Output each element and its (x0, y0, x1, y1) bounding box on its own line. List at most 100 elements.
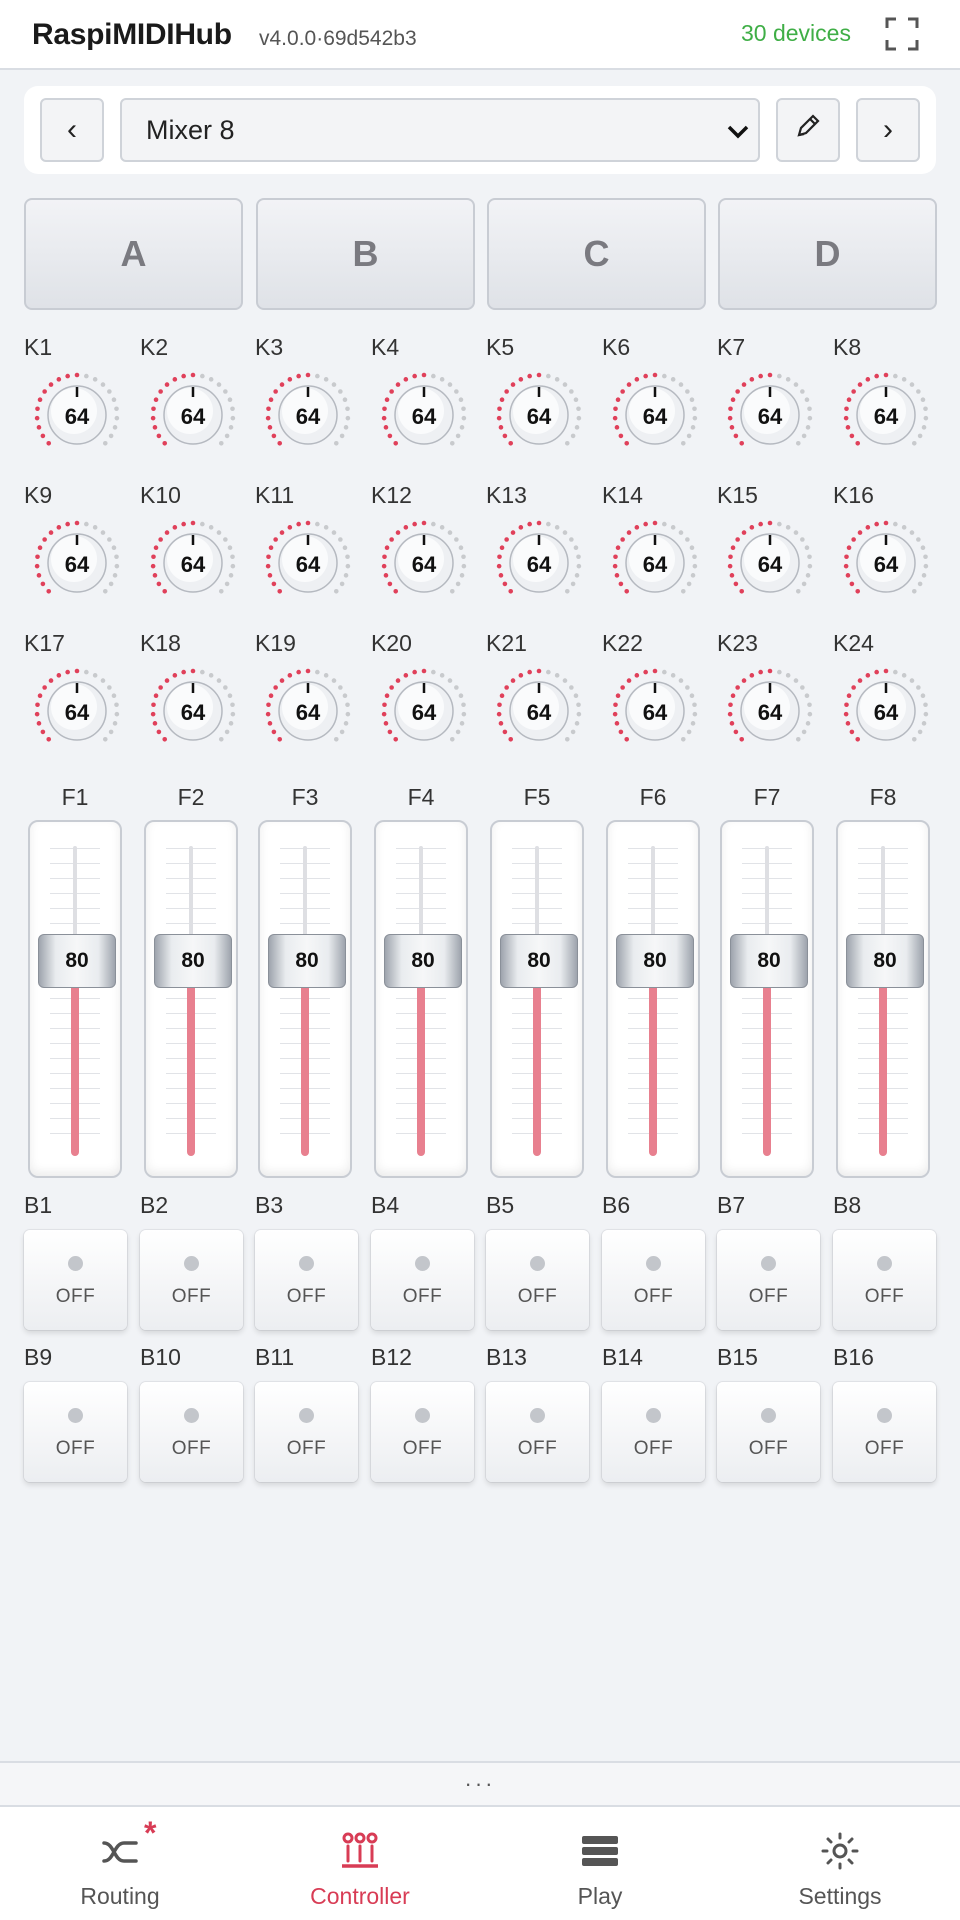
tab-play[interactable]: Play (480, 1807, 720, 1920)
fader-thumb[interactable]: 80 (616, 933, 694, 988)
button-state: OFF (864, 1286, 905, 1307)
toggle-button[interactable]: OFF (24, 1382, 127, 1482)
knob-value: 64 (873, 699, 899, 725)
knob[interactable]: 64 (32, 666, 122, 756)
toggle-button[interactable]: OFF (371, 1230, 474, 1330)
fader-thumb[interactable]: 80 (846, 933, 924, 988)
toggle-button[interactable]: OFF (602, 1230, 705, 1330)
prev-preset-button[interactable]: ‹ (40, 98, 104, 162)
button-led (68, 1408, 83, 1423)
knob-value: 64 (411, 699, 437, 725)
fader[interactable]: 80 (374, 820, 468, 1178)
fader[interactable]: 80 (720, 820, 814, 1178)
tab-routing[interactable]: * Routing (0, 1807, 240, 1920)
knob-label: K7 (717, 334, 746, 360)
knob-value: 64 (411, 551, 437, 577)
knob[interactable]: 64 (263, 518, 353, 608)
knob[interactable]: 64 (841, 666, 931, 756)
knob[interactable]: 64 (263, 666, 353, 756)
button-led (646, 1256, 661, 1271)
knob[interactable]: 64 (148, 518, 238, 608)
toggle-button[interactable]: OFF (833, 1382, 936, 1482)
fader-thumb[interactable]: 80 (384, 933, 462, 988)
toggle-button[interactable]: OFF (255, 1382, 358, 1482)
knob[interactable]: 64 (494, 518, 584, 608)
knob[interactable]: 64 (379, 666, 469, 756)
knob[interactable]: 64 (725, 518, 815, 608)
bank-button-b[interactable]: B (256, 198, 475, 310)
fader[interactable]: 80 (144, 820, 238, 1178)
button-led (877, 1256, 892, 1271)
button-led (646, 1408, 661, 1423)
fader-thumb[interactable]: 80 (38, 933, 116, 988)
pencil-icon (794, 112, 822, 148)
tab-controller[interactable]: Controller (240, 1807, 480, 1920)
knob-label: K5 (486, 334, 515, 360)
button-label: B7 (717, 1192, 746, 1218)
button-led (530, 1408, 545, 1423)
knob-label: K21 (486, 630, 527, 656)
preset-select[interactable]: Mixer 8 (120, 98, 760, 162)
tab-settings[interactable]: Settings (720, 1807, 960, 1920)
toggle-button[interactable]: OFF (255, 1230, 358, 1330)
toggle-button[interactable]: OFF (140, 1230, 243, 1330)
knob[interactable]: 64 (610, 518, 700, 608)
fader-thumb[interactable]: 80 (500, 933, 578, 988)
knob[interactable]: 64 (379, 370, 469, 460)
fader-label: F5 (523, 784, 551, 810)
knob[interactable]: 64 (148, 370, 238, 460)
knob[interactable]: 64 (841, 518, 931, 608)
knob[interactable]: 64 (32, 370, 122, 460)
toggle-button[interactable]: OFF (717, 1382, 820, 1482)
fader-fill (879, 960, 887, 1156)
toggle-button[interactable]: OFF (602, 1382, 705, 1482)
bank-button-a[interactable]: A (24, 198, 243, 310)
toggle-button[interactable]: OFF (486, 1230, 589, 1330)
button-led (299, 1408, 314, 1423)
knob-label: K22 (602, 630, 643, 656)
toggle-button[interactable]: OFF (717, 1230, 820, 1330)
next-preset-button[interactable]: › (856, 98, 920, 162)
fader-thumb[interactable]: 80 (730, 933, 808, 988)
knob[interactable]: 64 (32, 518, 122, 608)
toggle-button[interactable]: OFF (140, 1382, 243, 1482)
knob[interactable]: 64 (494, 370, 584, 460)
knob[interactable]: 64 (610, 370, 700, 460)
fader-thumb[interactable]: 80 (154, 933, 232, 988)
knob[interactable]: 64 (610, 666, 700, 756)
toggle-button[interactable]: OFF (833, 1230, 936, 1330)
panel-handle[interactable]: ··· (0, 1761, 960, 1807)
chevron-down-icon (726, 120, 750, 144)
toggle-button[interactable]: OFF (24, 1230, 127, 1330)
button-label: B12 (371, 1344, 412, 1370)
knob[interactable]: 64 (725, 666, 815, 756)
bank-button-c[interactable]: C (487, 198, 706, 310)
fader-fill (417, 960, 425, 1156)
devices-status[interactable]: 30 devices (741, 20, 851, 47)
knob-label: K12 (371, 482, 412, 508)
bank-button-d[interactable]: D (718, 198, 937, 310)
knob[interactable]: 64 (148, 666, 238, 756)
knob-label: K14 (602, 482, 643, 508)
knob[interactable]: 64 (379, 518, 469, 608)
fader-thumb[interactable]: 80 (268, 933, 346, 988)
knob[interactable]: 64 (263, 370, 353, 460)
knob-label: K2 (140, 334, 169, 360)
knob[interactable]: 64 (841, 370, 931, 460)
button-label: B2 (140, 1192, 169, 1218)
fader[interactable]: 80 (28, 820, 122, 1178)
knob[interactable]: 64 (725, 370, 815, 460)
fader[interactable]: 80 (836, 820, 930, 1178)
knob-value: 64 (64, 699, 90, 725)
knob-label: K16 (833, 482, 874, 508)
toggle-button[interactable]: OFF (486, 1382, 589, 1482)
fader[interactable]: 80 (490, 820, 584, 1178)
fader[interactable]: 80 (258, 820, 352, 1178)
button-state: OFF (286, 1286, 327, 1307)
fullscreen-icon[interactable] (885, 17, 919, 51)
toggle-button[interactable]: OFF (371, 1382, 474, 1482)
fader[interactable]: 80 (606, 820, 700, 1178)
button-led (68, 1256, 83, 1271)
edit-preset-button[interactable] (776, 98, 840, 162)
knob[interactable]: 64 (494, 666, 584, 756)
